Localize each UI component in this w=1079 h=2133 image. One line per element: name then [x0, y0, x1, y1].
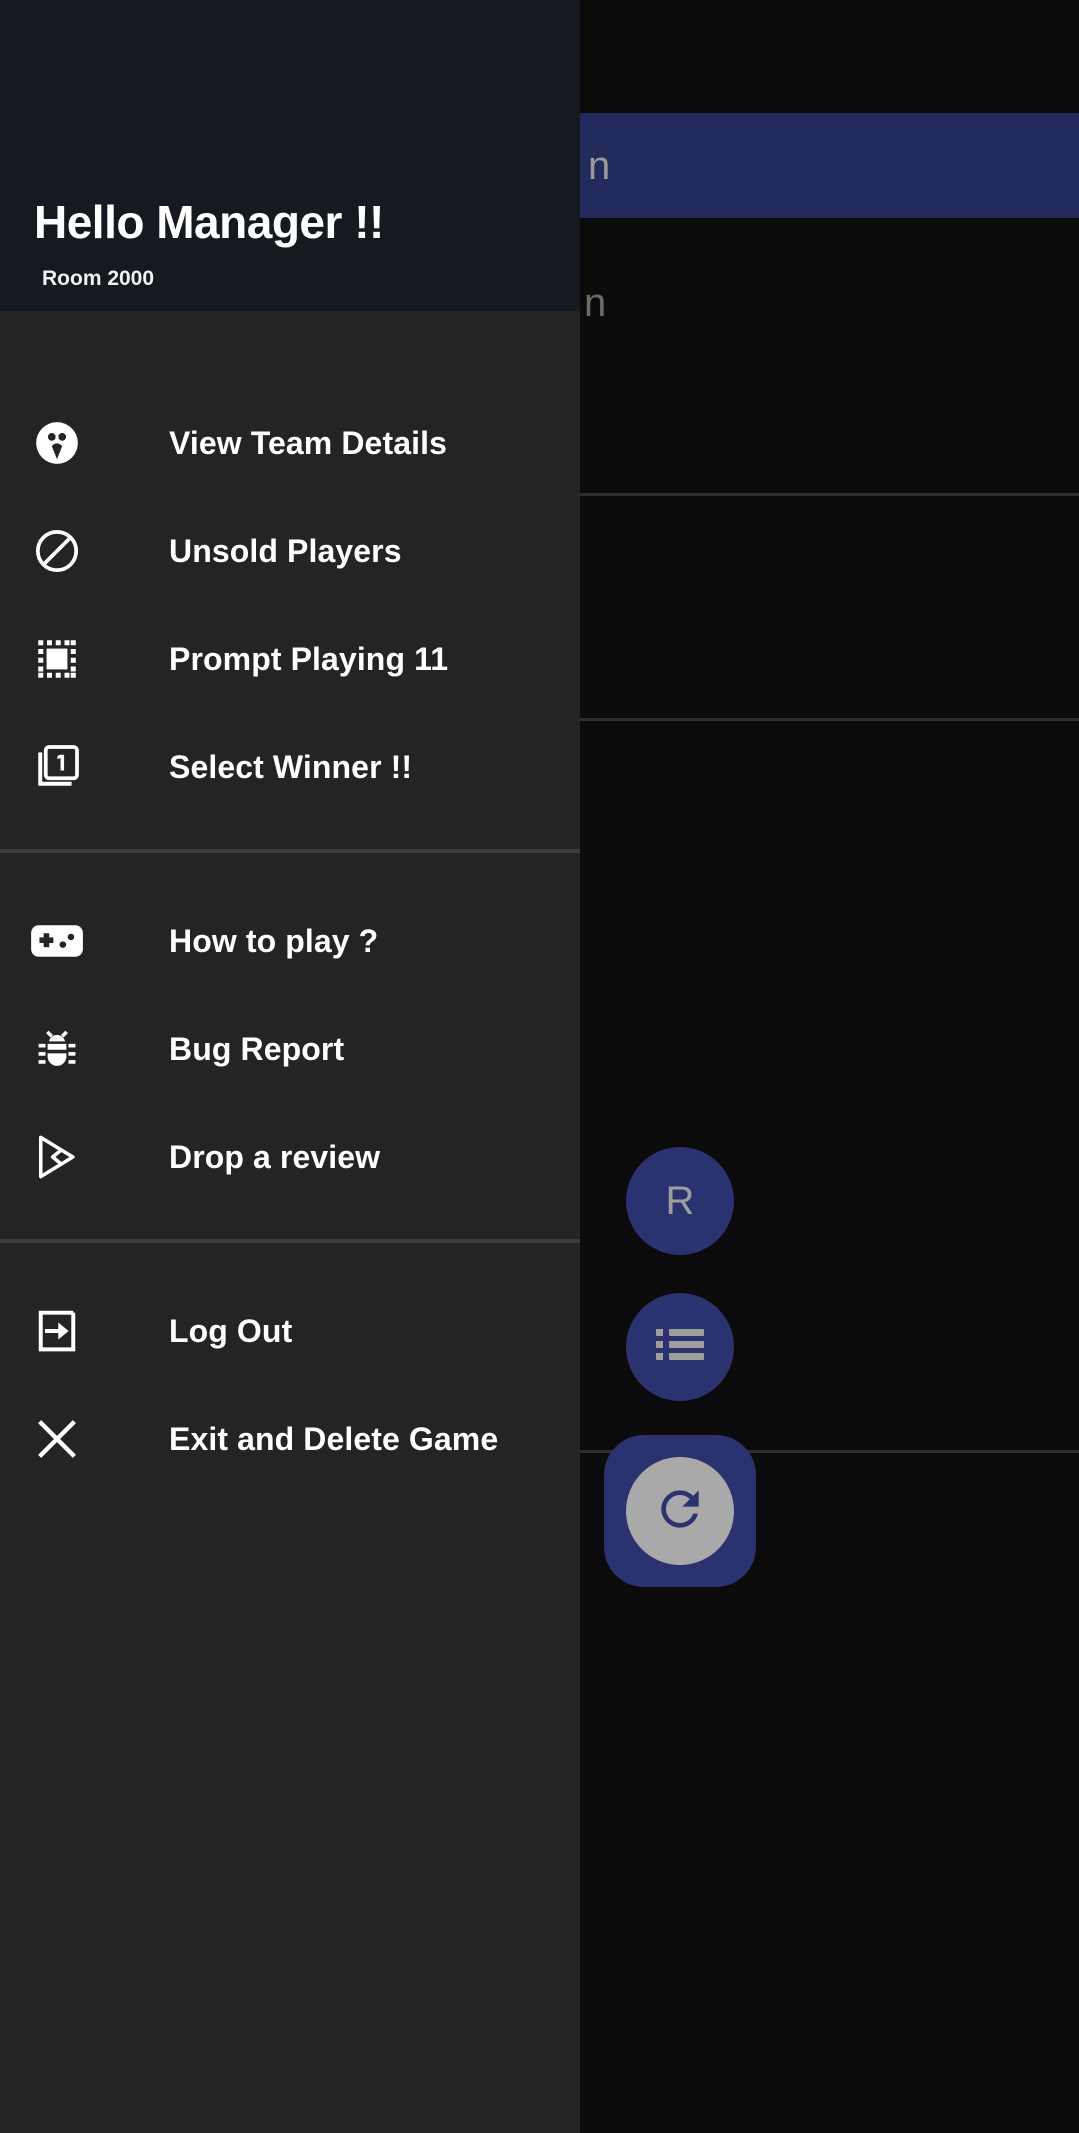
- menu-item-label: Prompt Playing 11: [169, 640, 449, 677]
- navigation-drawer: Hello Manager !! Room 2000 View Team Det…: [0, 0, 580, 2133]
- google-play-icon: [30, 1130, 84, 1184]
- profile-avatar-letter: R: [665, 1179, 695, 1223]
- menu-group-main: View Team Details Unsold Players Prompt …: [0, 311, 580, 821]
- menu-item-label: Unsold Players: [169, 532, 402, 569]
- menu-item-log-out[interactable]: Log Out: [0, 1277, 580, 1385]
- list-icon: [654, 1325, 706, 1370]
- menu-item-label: Log Out: [169, 1312, 293, 1349]
- menu-item-prompt-playing-11[interactable]: Prompt Playing 11: [0, 605, 580, 713]
- group-people-icon: [30, 416, 84, 470]
- menu-item-label: Exit and Delete Game: [169, 1420, 499, 1457]
- drawer-title: Hello Manager !!: [34, 196, 384, 249]
- menu-item-unsold-players[interactable]: Unsold Players: [0, 497, 580, 605]
- refresh-fab-container[interactable]: [604, 1435, 756, 1587]
- menu-item-how-to-play[interactable]: How to play ?: [0, 887, 580, 995]
- menu-item-label: Drop a review: [169, 1138, 381, 1175]
- menu-item-label: How to play ?: [169, 922, 379, 959]
- menu-item-select-winner[interactable]: Select Winner !!: [0, 713, 580, 821]
- select-all-dotted-square-icon: [30, 632, 84, 686]
- menu-item-label: Select Winner !!: [169, 748, 413, 785]
- menu-group-help: How to play ? Bug Report Drop a review: [0, 853, 580, 1211]
- menu-group-account: Log Out Exit and Delete Game: [0, 1243, 580, 1493]
- menu-item-bug-report[interactable]: Bug Report: [0, 995, 580, 1103]
- gamepad-icon: [30, 914, 84, 968]
- drawer-room-label: Room 2000: [42, 267, 155, 290]
- profile-fab-button[interactable]: R: [626, 1147, 734, 1255]
- filter-one-stacked-icon: [30, 740, 84, 794]
- menu-item-view-team-details[interactable]: View Team Details: [0, 389, 580, 497]
- refresh-fab-button[interactable]: [626, 1457, 734, 1565]
- background-banner-text: n: [588, 143, 611, 188]
- menu-item-drop-a-review[interactable]: Drop a review: [0, 1103, 580, 1211]
- close-x-icon: [30, 1412, 84, 1466]
- background-divider: [580, 493, 1079, 496]
- refresh-icon: [652, 1481, 708, 1542]
- logout-arrow-box-icon: [30, 1304, 84, 1358]
- list-fab-button[interactable]: [626, 1293, 734, 1401]
- background-divider: [580, 718, 1079, 721]
- bug-icon: [30, 1022, 84, 1076]
- block-circle-slash-icon: [30, 524, 84, 578]
- menu-item-exit-and-delete-game[interactable]: Exit and Delete Game: [0, 1385, 580, 1493]
- menu-item-label: Bug Report: [169, 1030, 345, 1067]
- drawer-header: Hello Manager !! Room 2000: [0, 0, 580, 311]
- background-banner: n: [580, 113, 1079, 218]
- background-secondary-text: n: [584, 281, 607, 325]
- menu-item-label: View Team Details: [169, 424, 447, 461]
